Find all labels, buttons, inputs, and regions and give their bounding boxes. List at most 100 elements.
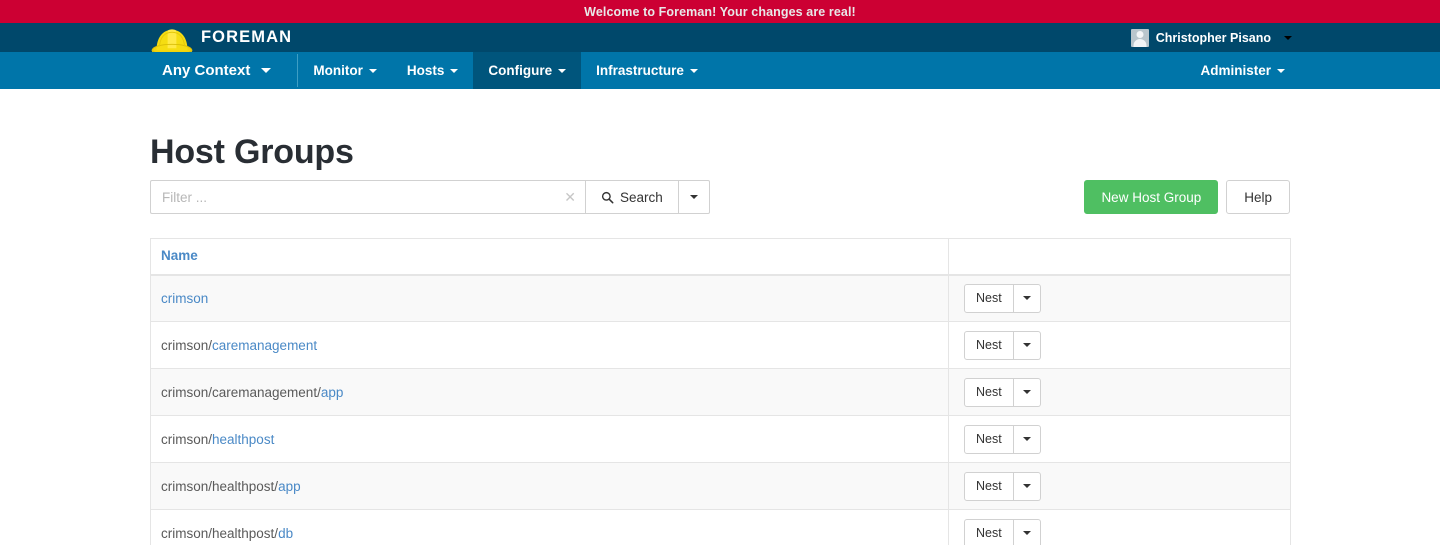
chevron-down-icon xyxy=(1023,531,1031,535)
nest-dropdown-toggle[interactable] xyxy=(1014,519,1041,545)
nest-button[interactable]: Nest xyxy=(964,472,1014,501)
foreman-logo-link[interactable]: FOREMAN xyxy=(150,23,292,52)
host-group-path-prefix: crimson/healthpost/ xyxy=(161,526,278,541)
page-title: Host Groups xyxy=(150,133,354,172)
chevron-down-icon xyxy=(558,69,566,73)
host-group-name-cell: crimson/healthpost xyxy=(151,416,949,463)
host-group-link[interactable]: db xyxy=(278,526,293,541)
nest-button[interactable]: Nest xyxy=(964,425,1014,454)
filter-wrapper: ✕ xyxy=(150,180,585,214)
nest-dropdown-toggle[interactable] xyxy=(1014,472,1041,501)
table-row: crimson/healthpost/app Nest xyxy=(151,463,1291,510)
help-button[interactable]: Help xyxy=(1226,180,1290,214)
chevron-down-icon xyxy=(261,68,271,73)
nest-dropdown-toggle[interactable] xyxy=(1014,378,1041,407)
chevron-down-icon xyxy=(1023,296,1031,300)
host-group-path-prefix: crimson/healthpost/ xyxy=(161,479,278,494)
table-row: crimson/caremanagement Nest xyxy=(151,322,1291,369)
chevron-down-icon xyxy=(1023,437,1031,441)
host-group-actions-cell: Nest xyxy=(949,510,1291,545)
nest-button-group: Nest xyxy=(964,519,1041,545)
host-group-name-cell: crimson/healthpost/app xyxy=(151,463,949,510)
toolbar-actions: New Host Group Help xyxy=(1084,180,1290,214)
chevron-down-icon xyxy=(369,69,377,73)
column-header-actions xyxy=(949,239,1291,275)
table-row: crimson/healthpost Nest xyxy=(151,416,1291,463)
nest-button-group: Nest xyxy=(964,331,1041,360)
navbar-left-group: Any Context Monitor Hosts Configure Infr… xyxy=(140,52,713,89)
nav-item-any-context[interactable]: Any Context xyxy=(140,52,297,89)
nav-item-monitor[interactable]: Monitor xyxy=(298,52,392,89)
chevron-down-icon xyxy=(690,195,698,199)
new-host-group-button[interactable]: New Host Group xyxy=(1084,180,1218,214)
clear-filter-icon[interactable]: ✕ xyxy=(564,190,576,204)
host-group-link[interactable]: healthpost xyxy=(212,432,274,447)
host-group-name-cell: crimson/healthpost/db xyxy=(151,510,949,545)
nest-button[interactable]: Nest xyxy=(964,519,1014,545)
nest-dropdown-toggle[interactable] xyxy=(1014,425,1041,454)
nest-dropdown-toggle[interactable] xyxy=(1014,284,1041,313)
host-group-name-cell: crimson/caremanagement xyxy=(151,322,949,369)
host-groups-table-wrapper: Name crimson Nest xyxy=(150,238,1290,545)
table-head: Name xyxy=(151,239,1291,275)
chevron-down-icon xyxy=(1023,390,1031,394)
search-group: ✕ Search xyxy=(150,180,710,214)
host-group-actions-cell: Nest xyxy=(949,416,1291,463)
host-group-link[interactable]: app xyxy=(321,385,344,400)
user-avatar-icon xyxy=(1131,29,1149,47)
masthead: FOREMAN Christopher Pisano xyxy=(0,23,1440,52)
user-menu[interactable]: Christopher Pisano xyxy=(1131,23,1292,52)
search-input[interactable] xyxy=(150,180,585,214)
host-group-link[interactable]: caremanagement xyxy=(212,338,317,353)
chevron-down-icon xyxy=(1284,36,1292,40)
chevron-down-icon xyxy=(1023,484,1031,488)
host-group-link[interactable]: app xyxy=(278,479,301,494)
search-icon xyxy=(601,191,614,204)
nest-button[interactable]: Nest xyxy=(964,284,1014,313)
nav-item-monitor-label: Monitor xyxy=(313,63,363,78)
host-group-name-cell: crimson xyxy=(151,275,949,322)
nav-item-hosts-label: Hosts xyxy=(407,63,445,78)
search-button[interactable]: Search xyxy=(585,180,679,214)
nav-item-configure-label: Configure xyxy=(488,63,552,78)
host-group-name-cell: crimson/caremanagement/app xyxy=(151,369,949,416)
nest-button[interactable]: Nest xyxy=(964,331,1014,360)
host-group-path-prefix: crimson/ xyxy=(161,432,212,447)
table-body: crimson Nest crimson/caremanagement xyxy=(151,275,1291,545)
chevron-down-icon xyxy=(1277,69,1285,73)
table-header-row: Name xyxy=(151,239,1291,275)
table-row: crimson Nest xyxy=(151,275,1291,322)
nest-dropdown-toggle[interactable] xyxy=(1014,331,1041,360)
nav-item-configure[interactable]: Configure xyxy=(473,52,581,89)
nest-button-group: Nest xyxy=(964,284,1041,313)
host-group-link[interactable]: crimson xyxy=(161,291,208,306)
sort-by-name-link[interactable]: Name xyxy=(161,248,198,263)
nav-item-infrastructure[interactable]: Infrastructure xyxy=(581,52,713,89)
table-row: crimson/caremanagement/app Nest xyxy=(151,369,1291,416)
brand-name: FOREMAN xyxy=(201,28,292,47)
chevron-down-icon xyxy=(450,69,458,73)
host-group-actions-cell: Nest xyxy=(949,322,1291,369)
navbar-right-group: Administer xyxy=(1185,52,1300,89)
chevron-down-icon xyxy=(690,69,698,73)
main-navbar: Any Context Monitor Hosts Configure Infr… xyxy=(0,52,1440,89)
nav-item-hosts[interactable]: Hosts xyxy=(392,52,474,89)
nest-button-group: Nest xyxy=(964,425,1041,454)
host-group-path-prefix: crimson/ xyxy=(161,338,212,353)
user-menu-label: Christopher Pisano xyxy=(1156,31,1271,45)
nav-item-infrastructure-label: Infrastructure xyxy=(596,63,684,78)
nest-button[interactable]: Nest xyxy=(964,378,1014,407)
nest-button-group: Nest xyxy=(964,472,1041,501)
welcome-alert-banner: Welcome to Foreman! Your changes are rea… xyxy=(0,0,1440,23)
host-group-actions-cell: Nest xyxy=(949,369,1291,416)
nav-item-any-context-label: Any Context xyxy=(162,62,250,79)
search-options-toggle[interactable] xyxy=(679,180,710,214)
nav-item-administer[interactable]: Administer xyxy=(1185,52,1300,89)
table-row: crimson/healthpost/db Nest xyxy=(151,510,1291,545)
host-group-path-prefix: crimson/caremanagement/ xyxy=(161,385,321,400)
nest-button-group: Nest xyxy=(964,378,1041,407)
column-header-name: Name xyxy=(151,239,949,275)
search-button-label: Search xyxy=(620,190,663,205)
host-groups-table: Name crimson Nest xyxy=(150,238,1291,545)
welcome-alert-text: Welcome to Foreman! Your changes are rea… xyxy=(584,5,856,19)
